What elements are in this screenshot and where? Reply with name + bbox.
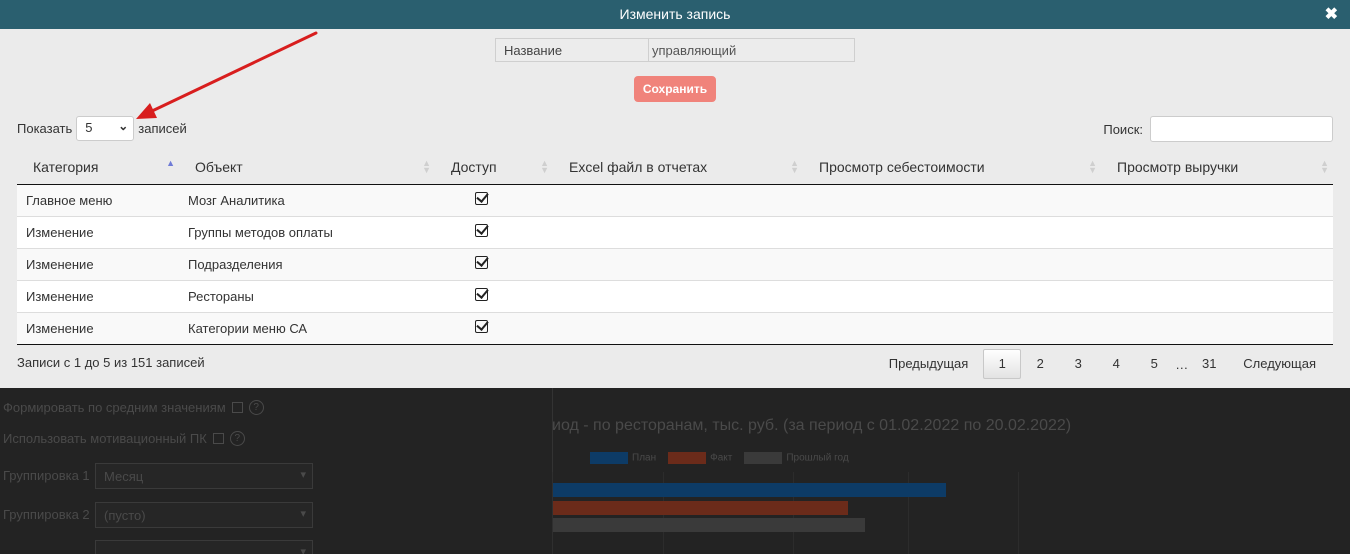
bg-bar-last-year (553, 518, 865, 532)
checkbox-icon (212, 433, 224, 444)
bg-chart-title: иод - по ресторанам, тыс. руб. (за перио… (552, 417, 1072, 434)
save-button[interactable]: Сохранить (634, 76, 716, 102)
column-header-revenue-view[interactable]: Просмотр выручки ▲ ▼ (1101, 151, 1333, 185)
help-icon: ? (248, 400, 264, 415)
column-header-excel[interactable]: Excel файл в отчетах ▲ ▼ (553, 151, 803, 185)
pagination-page-3[interactable]: 3 (1059, 349, 1097, 379)
search-input[interactable] (1150, 116, 1333, 142)
table-info: Записи с 1 до 5 из 151 записей (17, 355, 205, 370)
background-page: Формировать по средним значениям ? Испол… (0, 388, 1350, 554)
name-field-row: Название управляющий (495, 38, 855, 62)
pagination-page-4[interactable]: 4 (1097, 349, 1135, 379)
name-field-label: Название (496, 39, 649, 61)
bg-group2-select: (пусто) (95, 502, 313, 528)
table-row: Главное меню Мозг Аналитика (17, 183, 1333, 216)
column-header-object[interactable]: Объект ▲ ▼ (179, 151, 435, 185)
column-header-access[interactable]: Доступ ▲ ▼ (435, 151, 553, 185)
legend-item-fact: Факт (668, 452, 732, 464)
cell-category: Изменение (17, 247, 179, 280)
close-icon[interactable]: ✖ (1325, 6, 1338, 24)
page-length-control: Показать 5 ⌄ записей (17, 116, 187, 141)
access-checkbox[interactable] (475, 224, 488, 237)
chevron-down-icon: ⌄ (118, 119, 129, 133)
modal-title: Изменить запись (619, 6, 731, 22)
table-row: Изменение Рестораны (17, 279, 1333, 312)
bg-option-averages: Формировать по средним значениям ? (3, 400, 264, 415)
pagination-ellipsis: … (1175, 356, 1189, 372)
access-checkbox[interactable] (475, 320, 488, 333)
cell-category: Изменение (17, 311, 179, 345)
table-header-row: Категория ▲ Объект ▲ ▼ Доступ ▲ ▼ Excel файл … (17, 151, 1333, 185)
legend-item-last-year: Прошлый год (744, 452, 849, 464)
bg-group2-label: Группировка 2 (3, 507, 90, 522)
sort-icon: ▲ ▼ (422, 158, 431, 175)
column-header-cost-view[interactable]: Просмотр себестоимости ▲ ▼ (803, 151, 1101, 185)
bg-group1-label: Группировка 1 (3, 468, 90, 483)
access-checkbox[interactable] (475, 192, 488, 205)
cell-category: Главное меню (17, 183, 179, 216)
bg-bar-plan (553, 483, 946, 497)
sort-asc-icon: ▲ (166, 158, 175, 168)
name-field-input[interactable]: управляющий (649, 39, 854, 61)
pagination-page-1[interactable]: 1 (983, 349, 1022, 379)
pagination-next[interactable]: Следующая (1228, 349, 1331, 379)
records-label: записей (138, 121, 187, 136)
bg-group3-select (95, 540, 313, 554)
sort-icon: ▲ ▼ (1320, 158, 1329, 175)
bg-group1-select: Месяц (95, 463, 313, 489)
table-row: Изменение Категории меню СА (17, 311, 1333, 345)
cell-category: Изменение (17, 215, 179, 248)
modal-header: Изменить запись ✖ (0, 0, 1350, 29)
table-row: Изменение Подразделения (17, 247, 1333, 280)
table-row: Изменение Группы методов оплаты (17, 215, 1333, 248)
cell-category: Изменение (17, 279, 179, 312)
sort-icon: ▲ ▼ (1088, 158, 1097, 175)
pagination-previous[interactable]: Предыдущая (874, 349, 984, 379)
cell-object: Категории меню СА (179, 311, 435, 345)
sort-icon: ▲ ▼ (790, 158, 799, 175)
column-header-category[interactable]: Категория ▲ (17, 151, 179, 185)
pagination-page-31[interactable]: 31 (1190, 349, 1228, 379)
legend-item-plan: План (590, 452, 656, 464)
page-length-select[interactable]: 5 ⌄ (76, 116, 135, 141)
search-control: Поиск: (1103, 116, 1333, 142)
access-checkbox[interactable] (475, 256, 488, 269)
cell-object: Группы методов оплаты (179, 215, 435, 248)
cell-object: Рестораны (179, 279, 435, 312)
cell-object: Мозг Аналитика (179, 183, 435, 216)
show-label: Показать (17, 121, 73, 136)
checkbox-icon (231, 402, 243, 413)
bg-chart-plot (552, 472, 1132, 554)
sort-icon: ▲ ▼ (540, 158, 549, 175)
edit-record-modal: Изменить запись ✖ Название управляющий С… (0, 0, 1350, 388)
pagination: Предыдущая 1 2 3 4 5 … 31 Следующая (874, 349, 1331, 379)
search-label: Поиск: (1103, 121, 1143, 137)
bg-option-motivation: Использовать мотивационный ПК ? (3, 431, 245, 446)
bg-bar-fact (553, 501, 848, 515)
pagination-page-2[interactable]: 2 (1021, 349, 1059, 379)
access-checkbox[interactable] (475, 288, 488, 301)
bg-chart-legend: План Факт Прошлый год (590, 452, 849, 464)
help-icon: ? (229, 431, 245, 446)
cell-object: Подразделения (179, 247, 435, 280)
pagination-page-5[interactable]: 5 (1135, 349, 1173, 379)
permissions-table: Категория ▲ Объект ▲ ▼ Доступ ▲ ▼ Excel файл … (17, 151, 1333, 345)
